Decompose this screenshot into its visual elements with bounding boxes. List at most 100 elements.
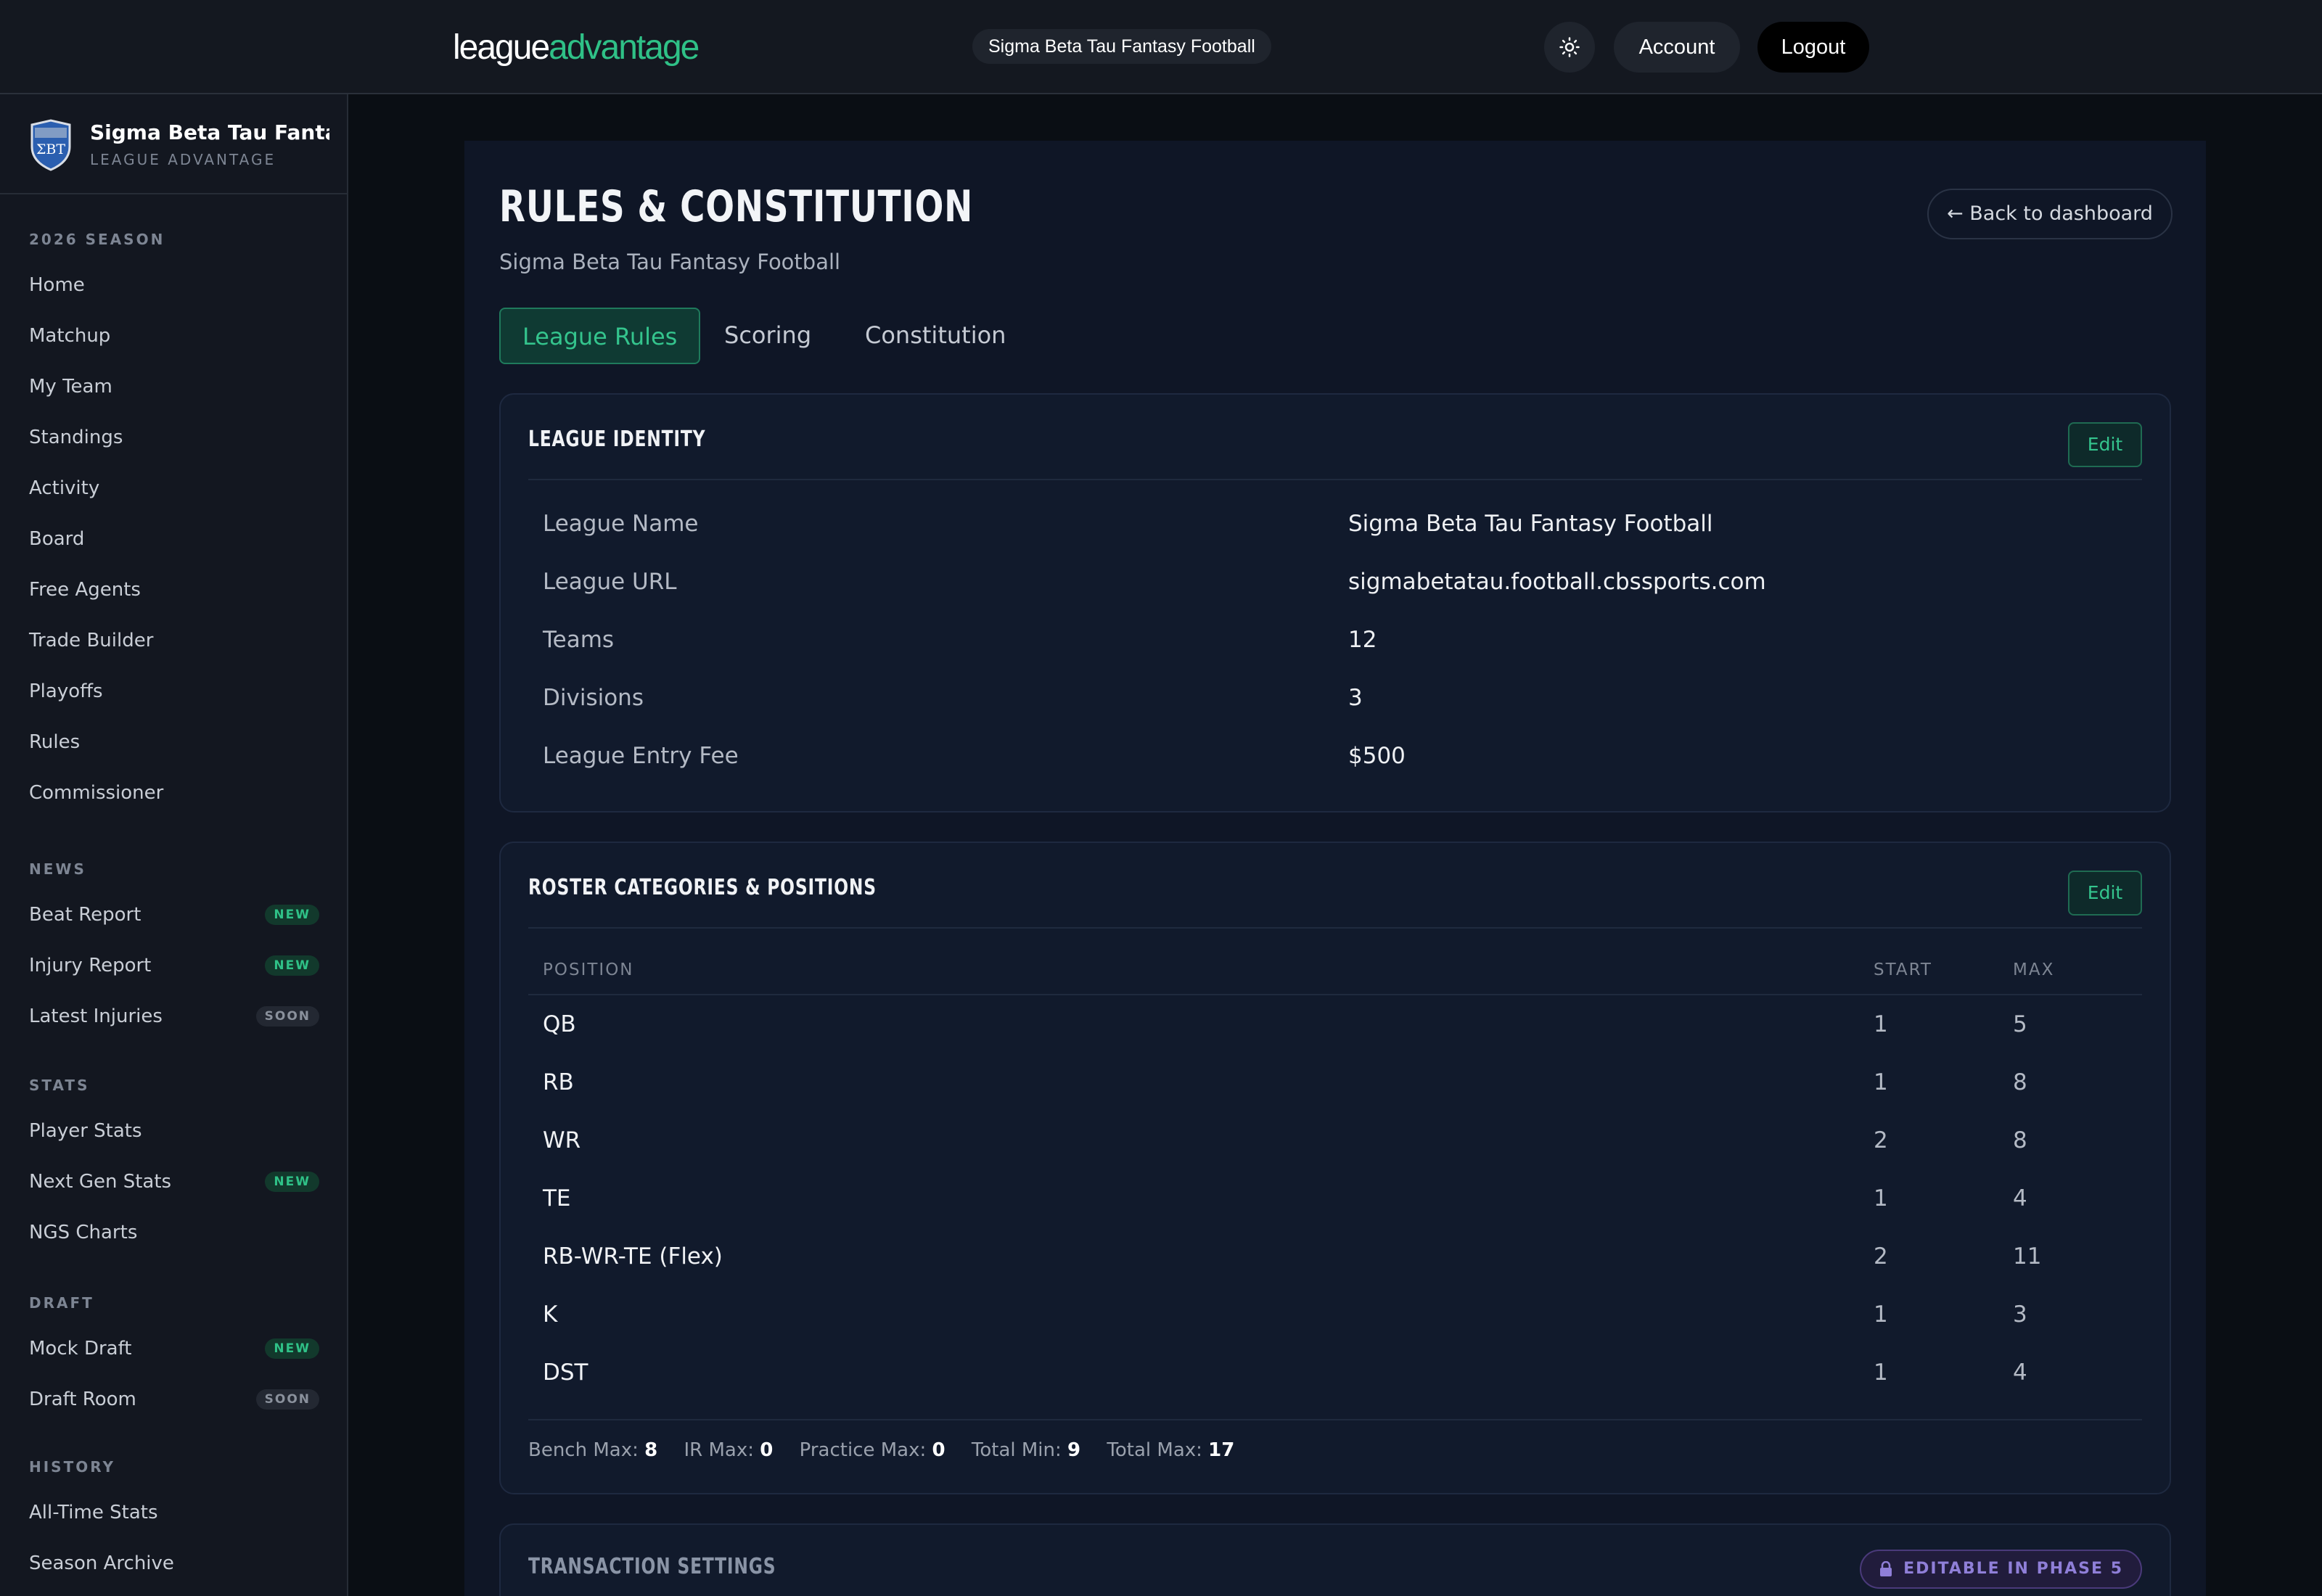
sidebar-section-season: 2026 SEASON (29, 231, 165, 248)
position-cell: QB (543, 1011, 576, 1037)
transaction-settings-title: TRANSACTION SETTINGS (528, 1554, 776, 1579)
sidebar-item-injury-report[interactable]: Injury Report NEW (29, 947, 319, 984)
edit-roster-button[interactable]: Edit (2068, 871, 2142, 916)
sidebar-item-playoffs[interactable]: Playoffs (29, 673, 319, 709)
sidebar-item-rules[interactable]: Rules (29, 724, 319, 760)
sidebar: ΣBT Sigma Beta Tau Fanta... LEAGUE ADVAN… (0, 94, 348, 1596)
bench-max-stat: Bench Max: 8 (528, 1439, 658, 1461)
tab-league-rules[interactable]: League Rules (499, 308, 701, 364)
identity-value: 12 (1348, 627, 1377, 653)
position-cell: RB-WR-TE (Flex) (543, 1243, 723, 1270)
sidebar-section-news: NEWS (29, 860, 86, 878)
practice-max-stat: Practice Max: 0 (799, 1439, 945, 1461)
sidebar-item-activity[interactable]: Activity (29, 470, 319, 506)
sidebar-item-ngs-charts[interactable]: NGS Charts (29, 1214, 319, 1251)
lock-icon (1880, 1561, 1892, 1576)
sidebar-item-all-time-stats[interactable]: All-Time Stats (29, 1494, 319, 1531)
start-cell: 1 (1874, 1301, 1888, 1328)
identity-label: League Name (543, 511, 699, 537)
ir-max-stat: IR Max: 0 (684, 1439, 774, 1461)
max-cell: 5 (2013, 1011, 2027, 1037)
new-badge: NEW (265, 905, 319, 925)
totals-divider (528, 1419, 2142, 1420)
league-name-pill[interactable]: Sigma Beta Tau Fantasy Football (972, 29, 1271, 64)
new-badge: NEW (265, 1172, 319, 1192)
start-cell: 1 (1874, 1360, 1888, 1386)
tab-scoring[interactable]: Scoring (702, 308, 833, 364)
sidebar-item-next-gen-stats[interactable]: Next Gen Stats NEW (29, 1164, 319, 1200)
position-cell: TE (543, 1185, 571, 1212)
sidebar-item-standings[interactable]: Standings (29, 419, 319, 456)
identity-label: Divisions (543, 685, 644, 711)
league-identity-card: LEAGUE IDENTITY Edit League Name Sigma B… (499, 393, 2171, 813)
shield-icon: ΣBT (30, 119, 71, 171)
theme-toggle-button[interactable] (1544, 22, 1595, 73)
page-subtitle: Sigma Beta Tau Fantasy Football (499, 250, 841, 274)
total-min-stat: Total Min: 9 (971, 1439, 1081, 1461)
new-badge: NEW (265, 1338, 319, 1359)
identity-label: League URL (543, 569, 677, 595)
top-bar: leagueadvantage Sigma Beta Tau Fantasy F… (0, 0, 2322, 94)
sidebar-item-trade-builder[interactable]: Trade Builder (29, 622, 319, 659)
start-cell: 2 (1874, 1127, 1888, 1153)
start-cell: 1 (1874, 1185, 1888, 1212)
back-to-dashboard-button[interactable]: ← Back to dashboard (1927, 189, 2173, 239)
table-header-divider (528, 994, 2142, 995)
sidebar-league-subtitle: LEAGUE ADVANTAGE (90, 151, 276, 168)
sidebar-item-board[interactable]: Board (29, 521, 319, 557)
sidebar-league-title: Sigma Beta Tau Fanta... (90, 120, 329, 144)
max-cell: 3 (2013, 1301, 2027, 1328)
page-title: RULES & CONSTITUTION (499, 181, 974, 232)
sun-icon (1559, 37, 1580, 57)
identity-value: Sigma Beta Tau Fantasy Football (1348, 511, 1713, 537)
sidebar-section-draft: DRAFT (29, 1294, 94, 1312)
start-cell: 1 (1874, 1069, 1888, 1095)
sidebar-item-mock-draft[interactable]: Mock Draft NEW (29, 1330, 319, 1367)
roster-totals: Bench Max: 8 IR Max: 0 Practice Max: 0 T… (528, 1439, 1255, 1461)
total-max-stat: Total Max: 17 (1107, 1439, 1235, 1461)
position-cell: DST (543, 1360, 588, 1386)
identity-value: sigmabetatau.football.cbssports.com (1348, 569, 1766, 595)
new-badge: NEW (265, 955, 319, 976)
sidebar-item-draft-room[interactable]: Draft Room SOON (29, 1381, 319, 1418)
column-header-start: START (1874, 961, 1932, 979)
sidebar-section-history: HISTORY (29, 1458, 116, 1476)
tab-constitution[interactable]: Constitution (843, 308, 1027, 364)
sidebar-section-stats: STATS (29, 1077, 90, 1094)
sidebar-item-home[interactable]: Home (29, 267, 319, 303)
identity-label: Teams (543, 627, 615, 653)
position-cell: RB (543, 1069, 574, 1095)
position-cell: K (543, 1301, 558, 1328)
column-header-max: MAX (2013, 961, 2055, 979)
card-divider (528, 927, 2142, 929)
league-advantage-logo[interactable]: leagueadvantage (453, 28, 700, 68)
sidebar-item-latest-injuries[interactable]: Latest Injuries SOON (29, 998, 319, 1034)
max-cell: 4 (2013, 1360, 2027, 1386)
sidebar-item-my-team[interactable]: My Team (29, 369, 319, 405)
logout-button[interactable]: Logout (1757, 22, 1869, 73)
sidebar-item-free-agents[interactable]: Free Agents (29, 572, 319, 608)
start-cell: 2 (1874, 1243, 1888, 1270)
sidebar-item-matchup[interactable]: Matchup (29, 318, 319, 354)
max-cell: 11 (2013, 1243, 2042, 1270)
sidebar-item-beat-report[interactable]: Beat Report NEW (29, 897, 319, 933)
sidebar-item-commissioner[interactable]: Commissioner (29, 775, 319, 811)
sidebar-league-header[interactable]: ΣBT Sigma Beta Tau Fanta... LEAGUE ADVAN… (0, 94, 347, 194)
league-identity-title: LEAGUE IDENTITY (528, 427, 706, 452)
identity-value: $500 (1348, 743, 1406, 769)
position-cell: WR (543, 1127, 581, 1153)
edit-identity-button[interactable]: Edit (2068, 422, 2142, 467)
roster-positions-card: ROSTER CATEGORIES & POSITIONS Edit POSIT… (499, 842, 2171, 1494)
column-header-position: POSITION (543, 961, 634, 979)
max-cell: 4 (2013, 1185, 2027, 1212)
max-cell: 8 (2013, 1127, 2027, 1153)
roster-title: ROSTER CATEGORIES & POSITIONS (528, 875, 877, 900)
soon-badge: SOON (255, 1006, 319, 1027)
editable-phase-badge: EDITABLE IN PHASE 5 (1860, 1550, 2142, 1589)
max-cell: 8 (2013, 1069, 2027, 1095)
account-button[interactable]: Account (1614, 22, 1740, 73)
sidebar-item-season-archive[interactable]: Season Archive (29, 1545, 319, 1581)
svg-text:ΣBT: ΣBT (36, 141, 65, 157)
sidebar-item-player-stats[interactable]: Player Stats (29, 1113, 319, 1149)
identity-label: League Entry Fee (543, 743, 739, 769)
